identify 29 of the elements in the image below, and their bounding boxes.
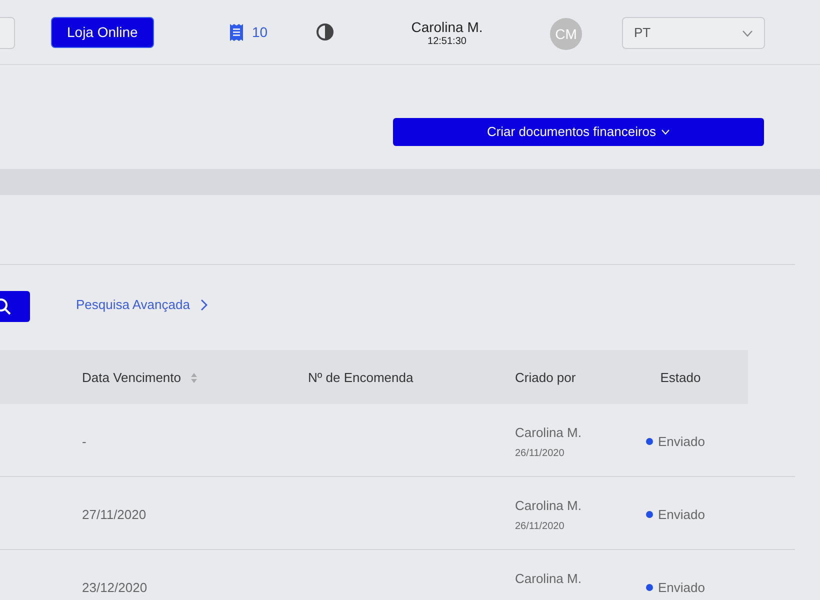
chevron-down-icon	[661, 129, 670, 135]
chevron-down-icon	[742, 30, 753, 36]
advanced-search-link[interactable]: Pesquisa Avançada	[76, 295, 190, 314]
language-select[interactable]: PT	[622, 17, 765, 49]
status-label: Enviado	[658, 579, 705, 597]
creator-name: Carolina M.	[515, 570, 582, 588]
column-header: Nº de Encomenda	[308, 369, 414, 387]
store-button[interactable]: Loja Online	[51, 17, 154, 48]
search-field[interactable]	[0, 17, 15, 49]
clock-time: 12:51:30	[428, 36, 466, 48]
search-button[interactable]	[0, 291, 30, 322]
user-name: Carolina M.	[411, 19, 483, 36]
receipt-count[interactable]: 10	[252, 22, 268, 43]
table-cell-text: 27/11/2020	[82, 506, 146, 524]
column-header[interactable]: Data Vencimento	[82, 368, 182, 388]
creator-name: Carolina M.	[515, 497, 582, 515]
creator-name: Carolina M.	[515, 424, 582, 442]
table-cell-text: -	[82, 433, 86, 451]
created-date: 26/11/2020	[515, 520, 564, 534]
contrast-icon[interactable]	[316, 23, 334, 41]
status-label: Enviado	[658, 506, 705, 524]
column-header: Estado	[660, 369, 701, 387]
receipt-icon[interactable]	[229, 23, 244, 42]
created-date: 26/11/2020	[515, 447, 564, 461]
create-documents-button[interactable]: Criar documentos financeiros	[393, 118, 764, 146]
column-header: Criado por	[515, 369, 576, 387]
table-cell-text: 23/12/2020	[82, 579, 148, 597]
status-label: Enviado	[658, 433, 705, 451]
chevron-right-icon[interactable]	[200, 298, 208, 311]
